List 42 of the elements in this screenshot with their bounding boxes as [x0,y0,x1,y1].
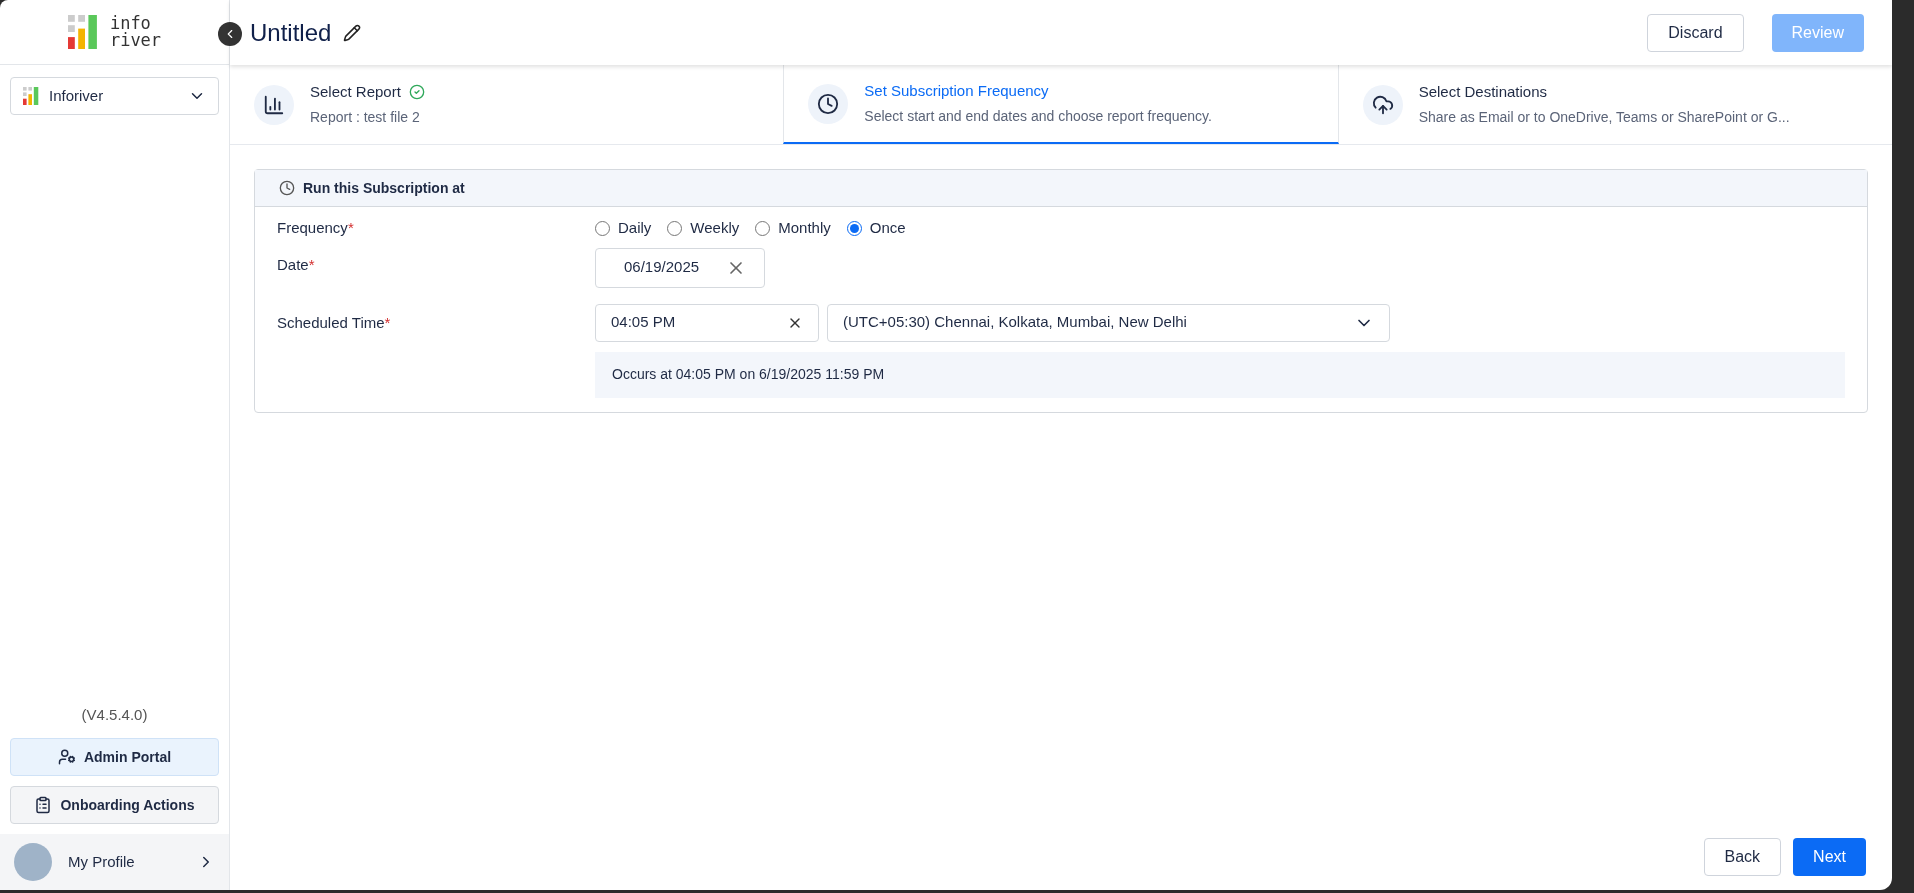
frequency-label: Frequency* [277,218,355,238]
clipboard-icon [34,796,53,814]
logo-wordmark: info river [109,15,162,49]
step-title: Set Subscription Frequency [864,80,1049,101]
step-title: Select Destinations [1418,81,1548,102]
frequency-radio[interactable]: Monthly [755,217,831,240]
scheduled-time-label: Scheduled Time* [277,312,392,333]
version-text: (V4.5.4.0) [80,704,149,725]
date-label: Date* [277,254,316,275]
onboarding-actions-button[interactable]: Onboarding Actions [10,786,219,824]
discard-button[interactable]: Discard [1647,13,1744,52]
date-field[interactable]: 06/19/2025 [595,247,765,288]
step-tab[interactable]: Select Destinations Share as Email or to OneDrive, Teams or SharePoint or G... [1338,65,1892,144]
step-subtitle: Share as Email or to OneDrive, Teams or SharePoint or G... [1418,108,1790,128]
step-tab[interactable]: Select Report Report : test file 2 [230,65,784,144]
cloud-upload-icon [1371,93,1394,116]
step-title: Select Report [310,81,401,102]
step-tab[interactable]: Set Subscription Frequency Select start and end dates and choose report frequency. [783,65,1339,144]
frequency-radio[interactable]: Once [846,217,906,240]
user-gear-icon [57,748,76,766]
back-button[interactable]: Back [1703,838,1782,876]
avatar [14,843,52,881]
next-button[interactable]: Next [1793,838,1866,876]
clock-icon [817,92,840,115]
check-circle-icon [408,84,425,100]
clock-icon [279,180,295,196]
panel-title: Run this Subscription at [303,178,465,198]
bar-chart-logo-icon [23,87,41,105]
schedule-summary: Occurs at 04:05 PM on 6/19/2025 11:59 PM [595,351,1845,398]
report-title: Untitled [250,17,332,48]
step-subtitle: Select start and end dates and choose report frequency. [864,107,1212,127]
profile-row[interactable]: My Profile [0,834,229,890]
time-field[interactable]: 04:05 PM [595,303,819,342]
frequency-radio[interactable]: Daily [595,217,652,240]
collapse-button[interactable] [218,22,242,46]
frequency-radio[interactable]: Weekly [667,217,740,240]
workspace-dropdown[interactable]: Inforiver [10,77,219,115]
pencil-icon[interactable] [343,23,362,42]
step-subtitle: Report : test file 2 [310,108,421,128]
bar-chart-icon [263,93,285,116]
timezone-dropdown[interactable]: (UTC+05:30) Chennai, Kolkata, Mumbai, New Delhi [827,303,1390,342]
admin-portal-button[interactable]: Admin Portal [10,738,219,776]
